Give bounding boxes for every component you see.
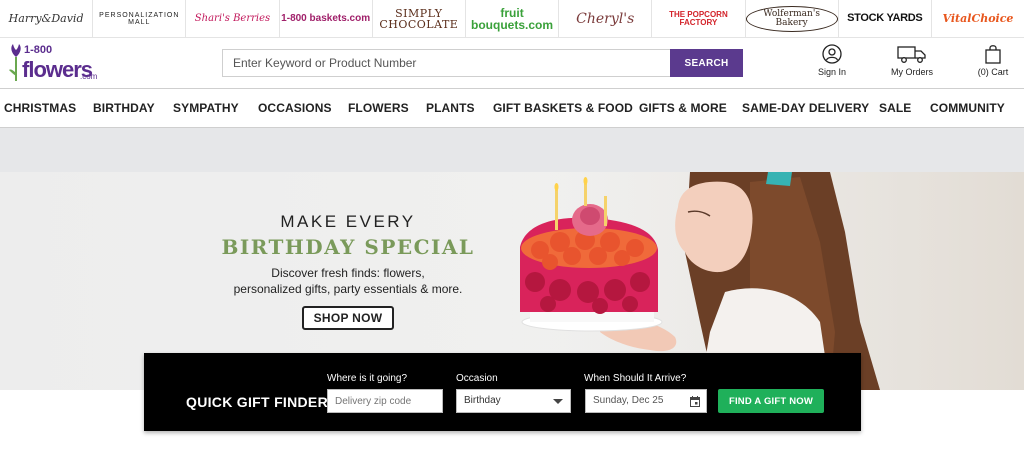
my-orders-label: My Orders [890, 67, 933, 77]
nav-same-day-delivery[interactable]: SAME-DAY DELIVERY [742, 89, 869, 127]
user-icon [822, 44, 842, 64]
brand-popcorn-factory[interactable]: The Popcorn Factory [652, 0, 746, 37]
sign-in-link[interactable]: Sign In [815, 44, 849, 77]
nav-occasions[interactable]: OCCASIONS [258, 89, 332, 127]
shopping-bag-icon [985, 45, 1001, 64]
nav-sympathy[interactable]: SYMPATHY [173, 89, 239, 127]
brand-1800-baskets-logo: 1-800 baskets.com [281, 12, 371, 24]
arrival-date-label: When Should It Arrive? [584, 373, 687, 384]
hero-headline-1: MAKE EVERY [280, 212, 416, 231]
brand-sharis-berries-logo: Shari's Berries [194, 12, 271, 24]
nav-gifts-more[interactable]: GIFTS & MORE [639, 89, 727, 127]
arrival-date-picker[interactable]: Sunday, Dec 25 [585, 389, 707, 413]
brand-simply-chocolate-logo: Simply Chocolate [379, 6, 459, 31]
chevron-down-icon [553, 399, 563, 404]
quick-gift-finder: QUICK GIFT FINDER Where is it going? Occ… [144, 353, 861, 431]
search-input[interactable] [222, 49, 671, 77]
brand-wolfermans[interactable]: Wolferman's Bakery [745, 0, 839, 37]
brand-personalization-mall[interactable]: Personalization Mall [93, 0, 187, 37]
cart-link[interactable]: (0) Cart [972, 44, 1014, 77]
brand-harry-david[interactable]: Harry&David [0, 0, 94, 37]
hero-subtext-line-2: personalized gifts, party essentials & m… [233, 282, 463, 296]
occasion-select[interactable]: Birthday [456, 389, 571, 413]
logo-number: 1-800 [24, 44, 53, 56]
arrival-date-value: Sunday, Dec 25 [593, 395, 664, 406]
brand-cheryls-logo: Cheryl's [576, 10, 635, 27]
brand-stock-yards-logo: Stock Yards [847, 12, 923, 24]
zip-label: Where is it going? [327, 373, 408, 384]
brand-harry-david-logo: Harry&David [8, 12, 84, 25]
my-orders-link[interactable]: My Orders [886, 44, 938, 77]
nav-plants[interactable]: PLANTS [426, 89, 475, 127]
main-navigation: CHRISTMAS BIRTHDAY SYMPATHY OCCASIONS FL… [0, 88, 1024, 128]
hero-subtext-line-1: Discover fresh finds: flowers, [271, 266, 425, 280]
hero-headline-2: BIRTHDAY SPECIAL [221, 235, 475, 259]
cart-label: (0) Cart [977, 67, 1009, 77]
logo-suffix: .com [80, 72, 98, 81]
brand-wolfermans-logo: Wolferman's Bakery [745, 5, 838, 32]
nav-gift-baskets-food[interactable]: GIFT BASKETS & FOOD [493, 89, 633, 127]
calendar-icon [690, 396, 700, 407]
brand-fruit-bouquets[interactable]: fruit bouquets.com [466, 0, 560, 37]
family-brands-bar: Harry&David Personalization Mall Shari's… [0, 0, 1024, 38]
brand-1800-baskets[interactable]: 1-800 baskets.com [280, 0, 373, 37]
brand-vitalchoice-logo: VitalChoice [942, 12, 1014, 25]
zip-code-input[interactable] [327, 389, 443, 413]
brand-stock-yards[interactable]: Stock Yards [839, 0, 932, 37]
brand-vitalchoice[interactable]: VitalChoice [932, 0, 1024, 37]
nav-community[interactable]: COMMUNITY [930, 89, 1005, 127]
brand-sharis-berries[interactable]: Shari's Berries [186, 0, 280, 37]
search-button[interactable]: SEARCH [670, 49, 743, 77]
hero-subtext: Discover fresh finds: flowers, personali… [220, 265, 476, 297]
shop-now-button[interactable]: SHOP NOW [301, 306, 395, 330]
nav-flowers[interactable]: FLOWERS [348, 89, 409, 127]
occasion-value: Birthday [464, 395, 501, 406]
truck-icon [897, 46, 926, 63]
hero-top-band [0, 128, 1024, 172]
site-header: 1-800 flowers .com SEARCH Sign In My Ord… [0, 38, 1024, 88]
nav-christmas[interactable]: CHRISTMAS [4, 89, 76, 127]
hero-copy: MAKE EVERY BIRTHDAY SPECIAL Discover fre… [220, 212, 476, 330]
brand-personalization-mall-logo: Personalization Mall [99, 11, 180, 26]
brand-simply-chocolate[interactable]: Simply Chocolate [373, 0, 466, 37]
finder-title: QUICK GIFT FINDER [186, 394, 328, 410]
sign-in-label: Sign In [817, 67, 847, 77]
brand-fruit-bouquets-logo: fruit bouquets.com [471, 5, 554, 32]
brand-cheryls[interactable]: Cheryl's [559, 0, 653, 37]
occasion-label: Occasion [456, 373, 498, 384]
find-a-gift-button[interactable]: FIND A GIFT NOW [718, 389, 824, 413]
nav-birthday[interactable]: BIRTHDAY [93, 89, 155, 127]
brand-popcorn-factory-logo: The Popcorn Factory [669, 9, 728, 27]
nav-sale[interactable]: SALE [879, 89, 911, 127]
site-logo[interactable]: 1-800 flowers .com [8, 43, 98, 83]
